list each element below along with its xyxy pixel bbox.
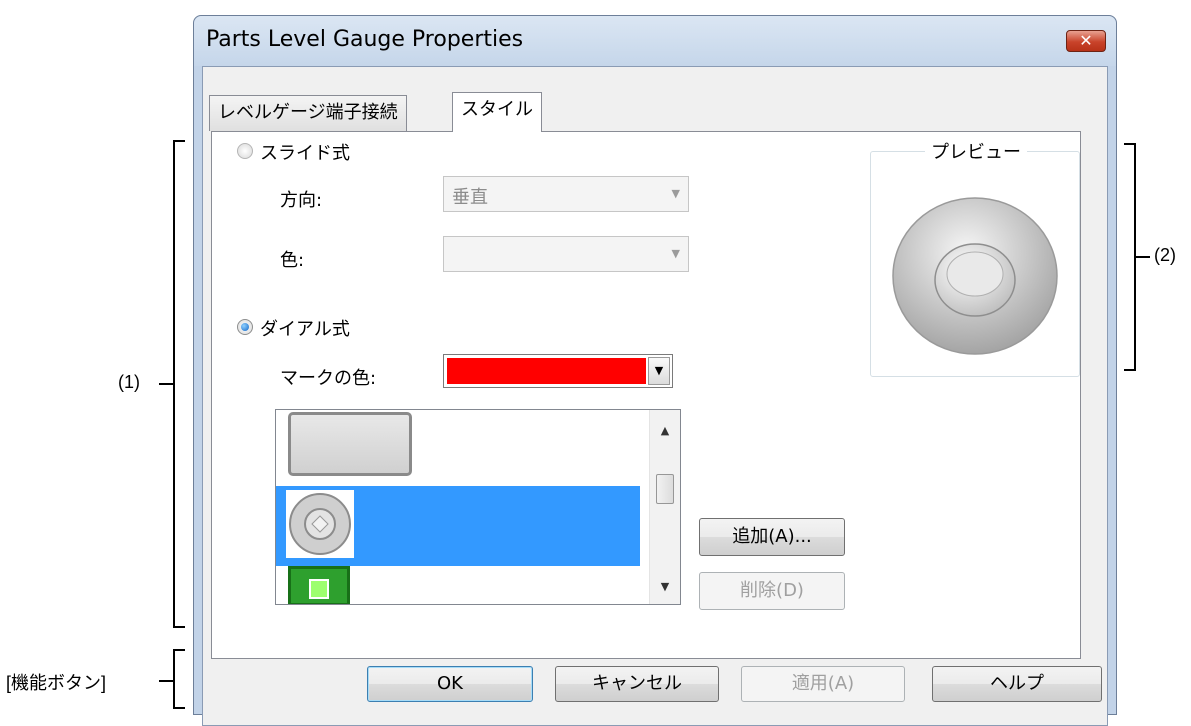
close-icon: ✕ — [1079, 31, 1093, 50]
style-tab-panel: スライド式 方向: 垂直 ▼ 色: ▼ ダイアル式 マークの色: ▼ ▲ ▼ 追… — [211, 131, 1081, 659]
apply-button[interactable]: 適用(A) — [741, 666, 905, 702]
dialog-window: Parts Level Gauge Properties ✕ レベルゲージ端子接… — [193, 15, 1117, 726]
chevron-down-icon: ▼ — [671, 247, 680, 260]
list-scrollbar[interactable]: ▲ ▼ — [649, 410, 680, 604]
title-bar[interactable]: Parts Level Gauge Properties ✕ — [194, 16, 1116, 66]
area1-bracket — [173, 140, 185, 628]
mark-color-swatch — [447, 358, 646, 384]
slide-style-label: スライド式 — [260, 143, 350, 164]
direction-value: 垂直 — [452, 187, 488, 208]
delete-button[interactable]: 削除(D) — [699, 572, 845, 610]
tab-label: レベルゲージ端子接続 — [218, 102, 398, 123]
window-title: Parts Level Gauge Properties — [206, 27, 524, 52]
cancel-button[interactable]: キャンセル — [555, 666, 719, 702]
help-button[interactable]: ヘルプ — [932, 666, 1102, 702]
function-buttons-bracket — [173, 649, 185, 709]
tab-style[interactable]: スタイル — [452, 92, 542, 132]
add-button[interactable]: 追加(A)... — [699, 518, 845, 556]
color-label: 色: — [280, 250, 305, 271]
mark-color-dropdown[interactable]: ▼ — [443, 354, 673, 388]
ok-button-label: OK — [437, 673, 463, 694]
function-buttons-tick — [159, 680, 173, 682]
scroll-thumb[interactable] — [656, 474, 674, 504]
add-button-label: 追加(A)... — [732, 526, 812, 547]
area2-annotation: (2) — [1154, 245, 1176, 265]
green-led-image — [288, 566, 350, 604]
dial-style-radio[interactable] — [237, 319, 253, 335]
chevron-down-icon[interactable]: ▼ — [648, 357, 670, 385]
scroll-up-icon[interactable]: ▲ — [650, 424, 680, 437]
direction-label: 方向: — [280, 190, 323, 211]
dial-preview-image — [892, 197, 1058, 355]
ok-button[interactable]: OK — [367, 666, 533, 702]
cancel-button-label: キャンセル — [592, 673, 682, 694]
scroll-down-icon[interactable]: ▼ — [650, 580, 680, 593]
preview-label: プレビュー — [925, 138, 1027, 164]
gray-panel-image — [288, 412, 412, 476]
list-item-dial-knob[interactable] — [276, 486, 640, 566]
image-listbox[interactable]: ▲ ▼ — [275, 409, 681, 605]
tab-label: スタイル — [461, 99, 533, 120]
delete-button-label: 削除(D) — [740, 580, 804, 601]
area2-bracket — [1124, 143, 1136, 371]
list-item-green-led[interactable] — [276, 566, 640, 604]
area1-tick — [159, 383, 173, 385]
area2-tick — [1136, 256, 1150, 258]
slide-color-dropdown[interactable]: ▼ — [443, 236, 689, 272]
close-button[interactable]: ✕ — [1066, 30, 1106, 52]
list-item-gray-panel[interactable] — [276, 410, 640, 486]
dial-knob-image — [286, 490, 354, 558]
dial-style-label: ダイアル式 — [260, 319, 350, 340]
tab-level-gauge-terminal[interactable]: レベルゲージ端子接続 — [209, 95, 407, 131]
help-button-label: ヘルプ — [990, 673, 1044, 694]
dialog-client-area: レベルゲージ端子接続 スタイル スライド式 方向: 垂直 ▼ 色: ▼ ダイアル… — [202, 66, 1108, 726]
chevron-down-icon: ▼ — [671, 187, 680, 200]
function-buttons-annotation: [機能ボタン] — [6, 673, 107, 693]
preview-group: プレビュー — [870, 138, 1080, 377]
direction-dropdown[interactable]: 垂直 ▼ — [443, 176, 689, 212]
mark-color-label: マークの色: — [280, 368, 377, 389]
area1-annotation: (1) — [118, 372, 140, 392]
apply-button-label: 適用(A) — [791, 673, 855, 694]
slide-style-radio[interactable] — [237, 143, 253, 159]
